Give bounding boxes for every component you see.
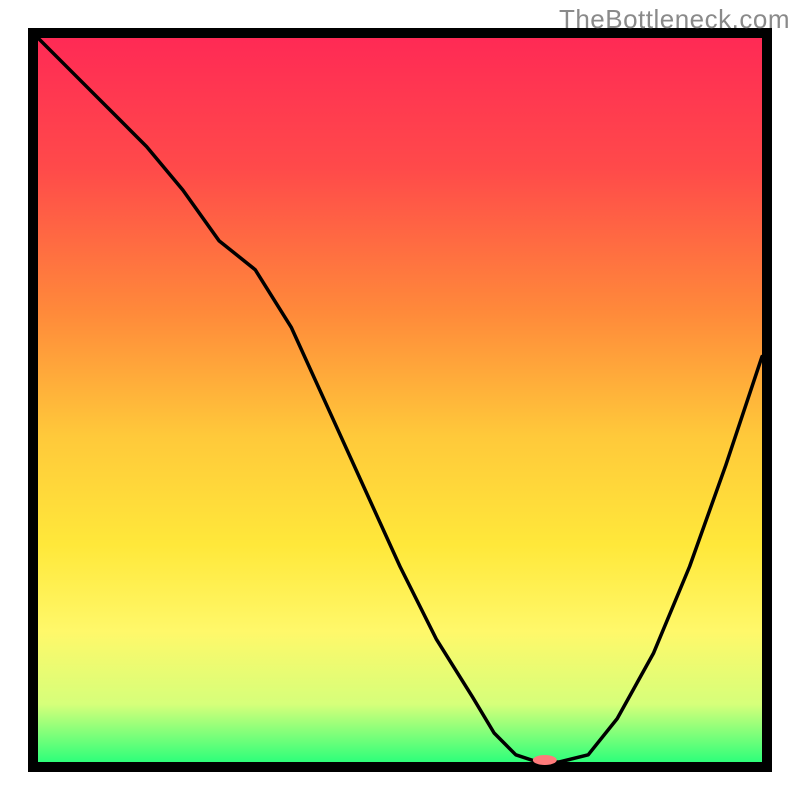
watermark-text: TheBottleneck.com bbox=[559, 4, 790, 35]
optimal-point-marker bbox=[533, 755, 557, 765]
bottleneck-chart bbox=[0, 0, 800, 800]
chart-frame: TheBottleneck.com bbox=[0, 0, 800, 800]
